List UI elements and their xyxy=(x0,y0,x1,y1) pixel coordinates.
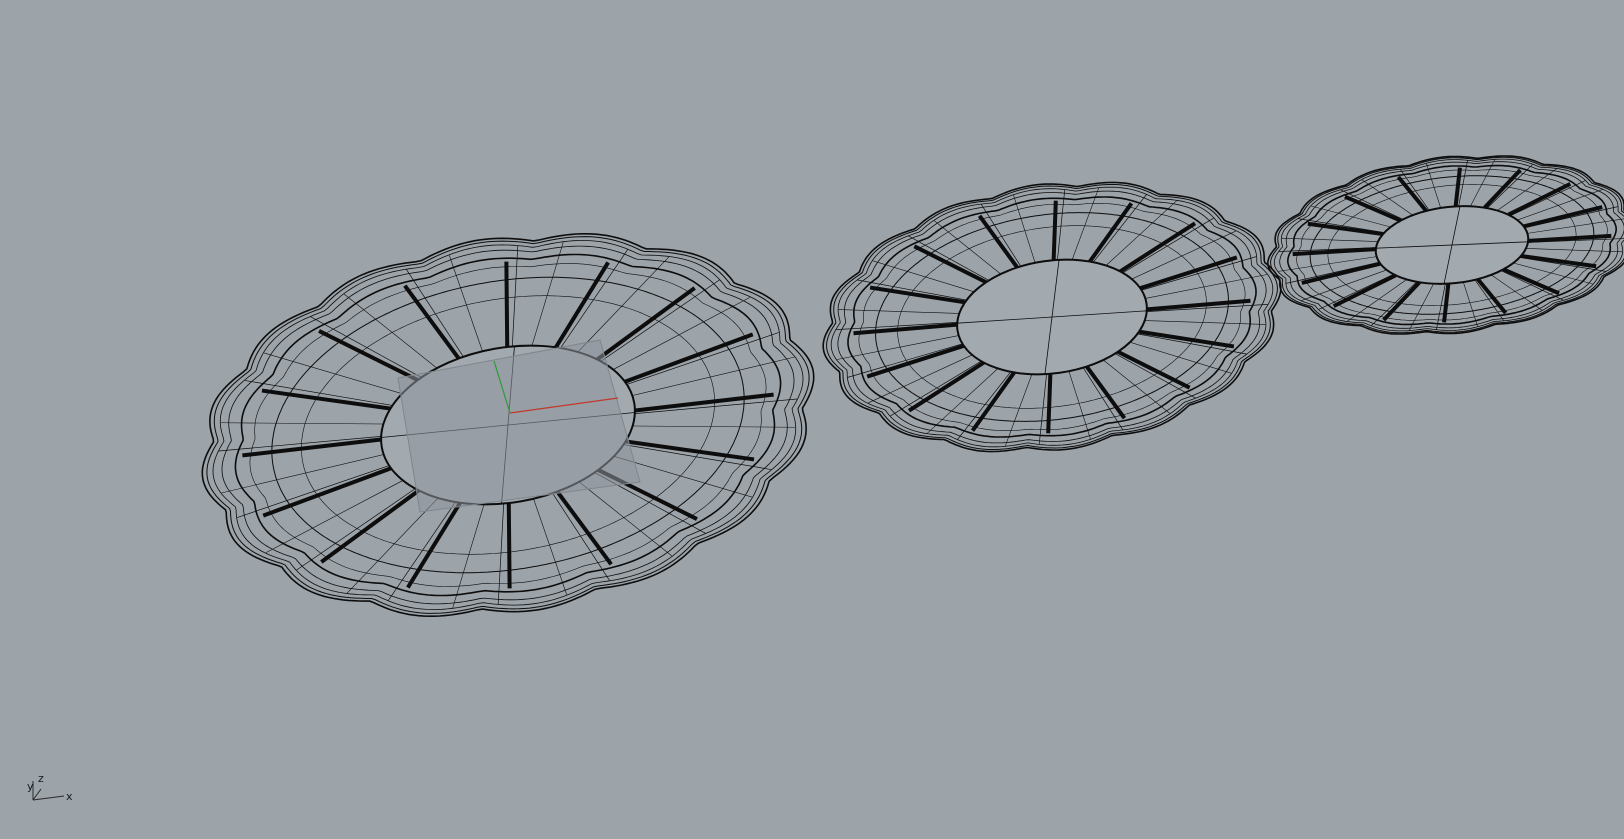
spoke-edge xyxy=(1051,200,1058,261)
axis-widget-y-line xyxy=(32,788,42,801)
spoke-edge xyxy=(261,388,391,411)
isocurve xyxy=(552,493,610,581)
isocurve xyxy=(1038,374,1047,445)
isocurve xyxy=(1463,282,1478,327)
spoke-edge xyxy=(320,488,420,564)
isocurve xyxy=(1144,320,1266,325)
isocurve xyxy=(632,356,795,396)
spoke-edge xyxy=(1046,373,1053,434)
isocurve xyxy=(560,249,628,349)
isocurve xyxy=(388,501,456,601)
isocurve xyxy=(1082,367,1124,430)
spoke-edge xyxy=(625,439,755,462)
isocurve xyxy=(310,316,422,378)
spoke-edge xyxy=(318,329,419,382)
spoke-edge xyxy=(1146,298,1251,312)
isocurve xyxy=(344,293,438,369)
isocurve xyxy=(221,422,384,425)
spoke-edge xyxy=(242,437,382,458)
spoke-edge xyxy=(555,490,613,566)
isocurve xyxy=(448,255,483,352)
isocurve xyxy=(838,309,960,314)
isocurve xyxy=(1524,206,1618,229)
isocurve xyxy=(1145,274,1267,299)
isocurve xyxy=(890,360,982,417)
spoke-edge xyxy=(1119,221,1197,274)
isocurve xyxy=(578,481,672,557)
spoke-edge xyxy=(596,286,696,362)
spoke-edge xyxy=(1528,233,1612,243)
spoke-edge xyxy=(403,284,461,360)
spoke-edge xyxy=(907,360,985,413)
isocurve xyxy=(263,352,403,394)
spoke-edge xyxy=(506,503,512,589)
isocurve xyxy=(1426,163,1441,208)
isocurve xyxy=(1013,194,1036,263)
spoke-edge xyxy=(1442,283,1451,323)
isocurve xyxy=(346,497,439,594)
plate-3[interactable] xyxy=(1266,155,1624,335)
isocurve xyxy=(1122,217,1214,274)
isocurve xyxy=(511,245,519,347)
plate-2[interactable] xyxy=(822,181,1282,453)
axis-widget-z-label: z xyxy=(38,772,44,785)
isocurve xyxy=(1286,261,1380,284)
spoke-edge xyxy=(970,371,1016,432)
spoke-edge xyxy=(1453,167,1462,207)
isocurve xyxy=(1340,189,1404,220)
spoke-edge xyxy=(504,261,510,347)
isocurve xyxy=(1399,169,1430,211)
isocurve xyxy=(1141,256,1257,291)
isocurve xyxy=(1281,237,1379,242)
isocurve xyxy=(1318,273,1394,310)
isocurve xyxy=(837,335,959,360)
scene-canvas[interactable]: x y z xyxy=(0,0,1624,839)
isocurve xyxy=(1057,189,1066,260)
isocurve xyxy=(1510,180,1586,217)
isocurve xyxy=(1068,371,1091,440)
axis-widget-x-line xyxy=(32,795,65,801)
spoke-edge xyxy=(1507,182,1572,217)
axis-widget-x-label: x xyxy=(66,790,73,803)
world-axes-icon: x y z xyxy=(27,772,73,803)
spoke-edge xyxy=(1301,261,1381,285)
axis-widget-y-label: y xyxy=(27,780,34,793)
spoke-edge xyxy=(1523,205,1603,229)
isocurve xyxy=(1474,279,1505,321)
isocurve xyxy=(406,269,464,357)
isocurve xyxy=(533,498,568,595)
isocurve xyxy=(1500,270,1564,301)
isocurve xyxy=(847,343,963,378)
spoke-edge xyxy=(853,322,958,336)
isocurve xyxy=(980,204,1022,267)
isocurve xyxy=(497,503,505,605)
spoke-edge xyxy=(554,261,610,349)
spoke-edge xyxy=(406,501,462,589)
spoke-edge xyxy=(1088,202,1134,263)
isocurve xyxy=(632,425,795,428)
isocurve xyxy=(221,454,384,494)
spoke-edge xyxy=(1332,273,1397,308)
spoke-edge xyxy=(634,392,774,413)
spoke-edge xyxy=(1292,247,1376,257)
isocurve xyxy=(577,256,670,353)
isocurve xyxy=(1525,248,1623,253)
perspective-viewport[interactable]: x y z xyxy=(0,0,1624,839)
